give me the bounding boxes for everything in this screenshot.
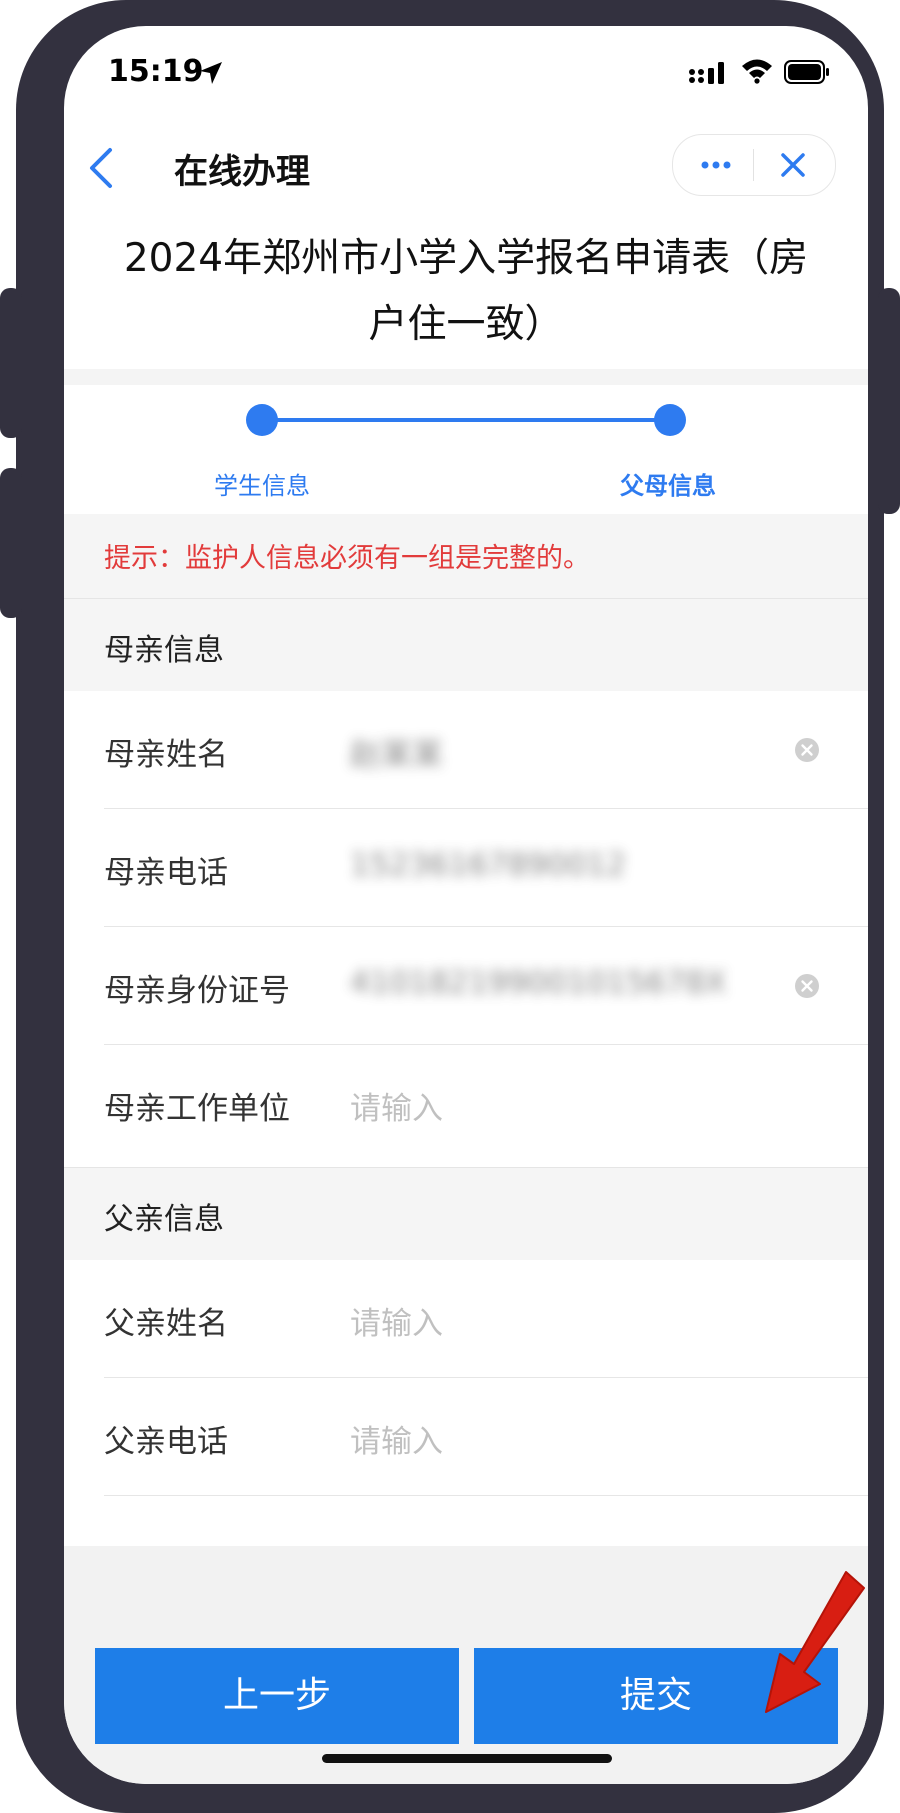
row-divider <box>104 1495 868 1496</box>
battery-icon <box>784 60 829 84</box>
mother-id-label: 母亲身份证号 <box>104 973 290 1009</box>
father-phone-label: 父亲电话 <box>104 1424 228 1460</box>
red-arrow-annotation-icon <box>765 1571 865 1713</box>
mother-work-input[interactable]: 请输入 <box>350 1083 443 1128</box>
mother-id-row[interactable]: 母亲身份证号 410182199001015678X <box>64 927 868 1045</box>
cellular-signal-icon <box>689 62 724 84</box>
form-title: 2024年郑州市小学入学报名申请表（房 户住一致） <box>64 226 868 358</box>
step-2-dot <box>654 404 686 436</box>
clear-icon[interactable] <box>794 973 820 999</box>
power-button <box>878 288 900 514</box>
father-section-header: 父亲信息 <box>64 1167 868 1260</box>
father-section-title: 父亲信息 <box>104 1202 224 1237</box>
mother-work-row[interactable]: 母亲工作单位 请输入 <box>64 1045 868 1163</box>
father-name-row[interactable]: 父亲姓名 请输入 <box>64 1260 868 1378</box>
mother-section-title: 母亲信息 <box>104 633 224 668</box>
volume-up-button <box>0 288 22 438</box>
mother-phone-input[interactable]: 15236167890012 <box>350 847 626 883</box>
status-time: 15:19 <box>108 54 204 89</box>
step-connector <box>262 418 670 422</box>
wifi-icon <box>742 59 772 84</box>
father-name-input[interactable]: 请输入 <box>350 1298 443 1343</box>
mother-name-input[interactable]: 赵某某 <box>350 729 443 774</box>
form-title-line-1: 2024年郑州市小学入学报名申请表（房 <box>123 236 809 281</box>
mother-phone-label: 母亲电话 <box>104 855 228 891</box>
mini-program-capsule <box>672 134 836 196</box>
father-phone-row[interactable]: 父亲电话 请输入 <box>64 1378 868 1496</box>
capsule-divider <box>753 149 754 181</box>
volume-down-button <box>0 468 22 618</box>
mother-name-label: 母亲姓名 <box>104 737 228 773</box>
mother-phone-row[interactable]: 母亲电话 15236167890012 <box>64 809 868 927</box>
previous-step-button[interactable]: 上一步 <box>95 1648 459 1744</box>
page-title: 在线办理 <box>174 152 310 192</box>
mother-section-header: 母亲信息 <box>64 598 868 691</box>
father-name-label: 父亲姓名 <box>104 1306 228 1342</box>
step-1-dot <box>246 404 278 436</box>
back-chevron-icon[interactable] <box>86 146 116 190</box>
mother-work-label: 母亲工作单位 <box>104 1091 290 1127</box>
phone-screen: 15:19 在线办理 2024年郑州市小学入学报名申请表（房 户住一致） 学生信… <box>64 26 868 1784</box>
tip-text: 提示：监护人信息必须有一组是完整的。 <box>104 543 590 574</box>
more-icon[interactable] <box>701 161 731 169</box>
father-phone-input[interactable]: 请输入 <box>350 1416 443 1461</box>
location-arrow-icon <box>200 62 222 84</box>
form-title-line-2: 户住一致） <box>368 302 564 347</box>
clear-icon[interactable] <box>794 737 820 763</box>
mother-name-row[interactable]: 母亲姓名 赵某某 <box>64 691 868 809</box>
mother-id-input[interactable]: 410182199001015678X <box>350 965 726 1001</box>
section-separator <box>64 369 868 385</box>
step-1-label: 学生信息 <box>214 472 310 500</box>
step-2-label: 父母信息 <box>620 472 716 500</box>
home-indicator <box>322 1754 612 1763</box>
close-icon[interactable] <box>779 151 807 179</box>
